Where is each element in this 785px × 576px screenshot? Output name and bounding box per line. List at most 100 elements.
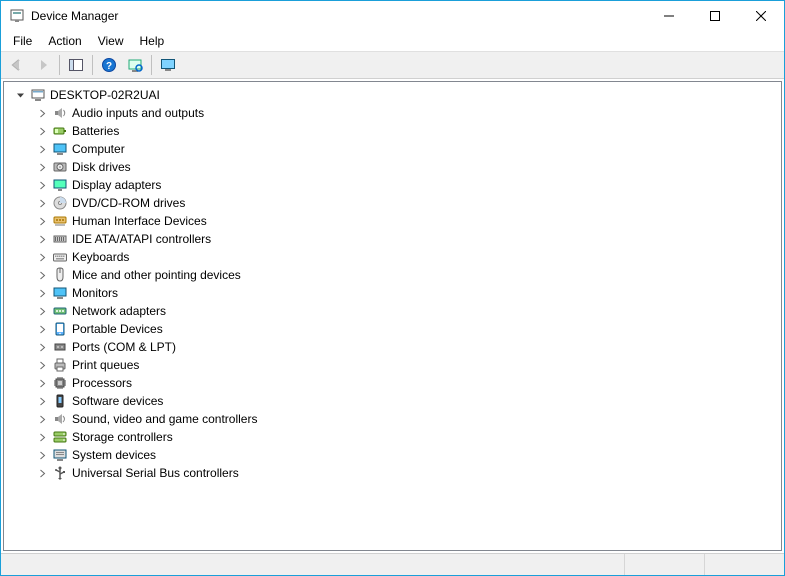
chevron-right-icon[interactable] [36, 431, 48, 443]
window-title: Device Manager [31, 9, 646, 23]
tree-node[interactable]: Ports (COM & LPT) [8, 338, 781, 356]
chevron-right-icon[interactable] [36, 449, 48, 461]
chevron-right-icon[interactable] [36, 215, 48, 227]
dvd-icon [52, 195, 68, 211]
chevron-right-icon[interactable] [36, 377, 48, 389]
computer-icon [30, 87, 46, 103]
chevron-right-icon[interactable] [36, 359, 48, 371]
tree-pane-icon [68, 57, 84, 73]
minimize-button[interactable] [646, 1, 692, 31]
audio-icon [52, 105, 68, 121]
tree-node[interactable]: Audio inputs and outputs [8, 104, 781, 122]
battery-icon [52, 123, 68, 139]
tree-node-label: Software devices [72, 394, 163, 408]
app-icon [9, 8, 25, 24]
tree-node[interactable]: Processors [8, 374, 781, 392]
tree-node[interactable]: DVD/CD-ROM drives [8, 194, 781, 212]
monitor-icon [160, 57, 176, 73]
statusbar-spacer [1, 554, 624, 575]
tree-node[interactable]: System devices [8, 446, 781, 464]
chevron-right-icon[interactable] [36, 269, 48, 281]
tree-node[interactable]: Network adapters [8, 302, 781, 320]
tree-node[interactable]: Batteries [8, 122, 781, 140]
toolbar-back-button[interactable] [5, 53, 29, 77]
chevron-right-icon[interactable] [36, 413, 48, 425]
tree-node-label: Storage controllers [72, 430, 173, 444]
chevron-right-icon[interactable] [36, 467, 48, 479]
tree-node-label: Mice and other pointing devices [72, 268, 241, 282]
menu-action[interactable]: Action [40, 32, 89, 50]
toolbar-help-button[interactable]: ? [97, 53, 121, 77]
tree-node[interactable]: Keyboards [8, 248, 781, 266]
tree-node-label: Ports (COM & LPT) [72, 340, 176, 354]
tree-node[interactable]: IDE ATA/ATAPI controllers [8, 230, 781, 248]
hid-icon [52, 213, 68, 229]
close-button[interactable] [738, 1, 784, 31]
device-manager-window: Device Manager File Action View Help [0, 0, 785, 576]
chevron-right-icon[interactable] [36, 323, 48, 335]
chevron-right-icon[interactable] [36, 233, 48, 245]
arrow-right-icon [35, 57, 51, 73]
tree-node[interactable]: Storage controllers [8, 428, 781, 446]
help-icon: ? [101, 57, 117, 73]
device-tree-panel[interactable]: DESKTOP-02R2UAI Audio inputs and outputs B… [3, 81, 782, 551]
tree-node[interactable]: Portable Devices [8, 320, 781, 338]
tree-node[interactable]: Disk drives [8, 158, 781, 176]
software-icon [52, 393, 68, 409]
chevron-right-icon[interactable] [36, 287, 48, 299]
tree-node[interactable]: Software devices [8, 392, 781, 410]
tree-node-label: Computer [72, 142, 125, 156]
tree-node-label: Audio inputs and outputs [72, 106, 204, 120]
tree-node[interactable]: Human Interface Devices [8, 212, 781, 230]
tree-node-label: Portable Devices [72, 322, 163, 336]
toolbar-scan-button[interactable] [123, 53, 147, 77]
storage-icon [52, 429, 68, 445]
menu-view[interactable]: View [90, 32, 132, 50]
tree-node-label: Print queues [72, 358, 139, 372]
tree-root-node[interactable]: DESKTOP-02R2UAI [8, 86, 781, 104]
mouse-icon [52, 267, 68, 283]
chevron-right-icon[interactable] [36, 305, 48, 317]
chevron-right-icon[interactable] [36, 179, 48, 191]
tree-node[interactable]: Computer [8, 140, 781, 158]
chevron-right-icon[interactable] [36, 107, 48, 119]
toolbar-forward-button[interactable] [31, 53, 55, 77]
menu-help[interactable]: Help [132, 32, 173, 50]
chevron-right-icon[interactable] [36, 161, 48, 173]
tree-node[interactable]: Monitors [8, 284, 781, 302]
menu-file[interactable]: File [5, 32, 40, 50]
chevron-right-icon[interactable] [36, 125, 48, 137]
statusbar-cell [624, 554, 704, 575]
tree-node-label: Human Interface Devices [72, 214, 207, 228]
ide-icon [52, 231, 68, 247]
chevron-right-icon[interactable] [36, 395, 48, 407]
toolbar-showhide-tree-button[interactable] [64, 53, 88, 77]
tree-node-label: System devices [72, 448, 156, 462]
statusbar [1, 553, 784, 575]
tree-node-label: Display adapters [72, 178, 161, 192]
printer-icon [52, 357, 68, 373]
tree-node[interactable]: Mice and other pointing devices [8, 266, 781, 284]
port-icon [52, 339, 68, 355]
toolbar-separator [92, 55, 93, 75]
keyboard-icon [52, 249, 68, 265]
chevron-right-icon[interactable] [36, 251, 48, 263]
chevron-right-icon[interactable] [36, 341, 48, 353]
tree-node-label: Disk drives [72, 160, 131, 174]
scan-hardware-icon [127, 57, 143, 73]
toolbar-separator [151, 55, 152, 75]
chevron-right-icon[interactable] [36, 143, 48, 155]
titlebar: Device Manager [1, 1, 784, 31]
network-icon [52, 303, 68, 319]
tree-node-label: Sound, video and game controllers [72, 412, 257, 426]
tree-node[interactable]: Sound, video and game controllers [8, 410, 781, 428]
tree-node-label: DVD/CD-ROM drives [72, 196, 185, 210]
chevron-right-icon[interactable] [36, 197, 48, 209]
window-buttons [646, 1, 784, 31]
tree-node[interactable]: Universal Serial Bus controllers [8, 464, 781, 482]
tree-node[interactable]: Print queues [8, 356, 781, 374]
toolbar-monitor-button[interactable] [156, 53, 180, 77]
tree-node[interactable]: Display adapters [8, 176, 781, 194]
maximize-button[interactable] [692, 1, 738, 31]
chevron-down-icon[interactable] [14, 89, 26, 101]
